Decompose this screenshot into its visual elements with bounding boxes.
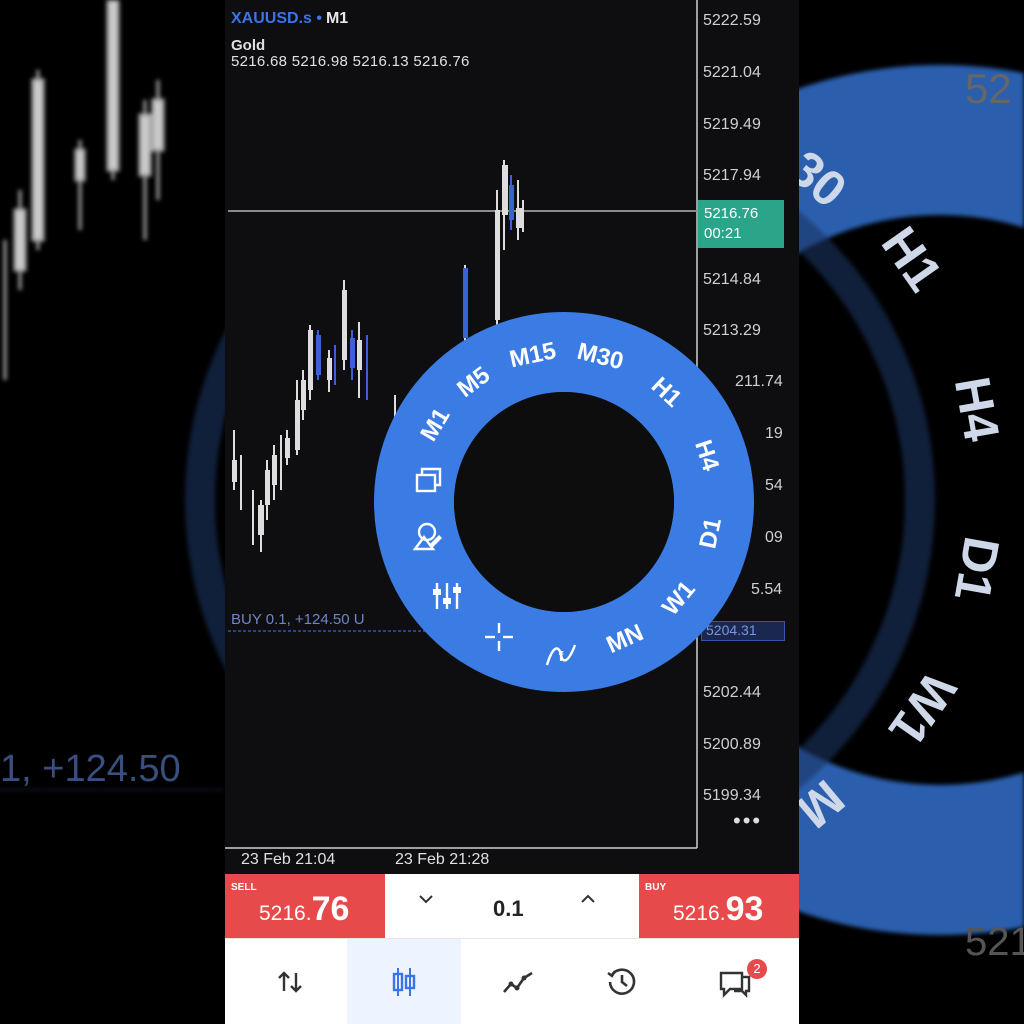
sell-price-big: 76 — [311, 890, 350, 928]
time-axis-label: 23 Feb 21:28 — [395, 851, 490, 868]
position-label[interactable]: BUY 0.1, +124.50 U — [231, 611, 365, 628]
chart-icon — [392, 968, 416, 996]
nav-history[interactable] — [565, 939, 679, 1024]
background-text-price: 5216 — [965, 920, 1024, 964]
chevron-up-icon[interactable] — [577, 888, 599, 916]
background-text-d1: D1 — [943, 532, 1011, 606]
price-axis-label: 5199.34 — [703, 787, 761, 804]
buy-button[interactable]: BUY 5216.93 — [639, 874, 799, 938]
sell-label: SELL — [231, 882, 257, 893]
buy-price: 5216.93 — [673, 890, 763, 929]
quotes-icon — [278, 971, 302, 993]
radial-timeframe-menu[interactable]: M1M5M15 M30H1H4D1W1MN f — [373, 311, 755, 693]
price-axis-label: 5200.89 — [703, 736, 761, 753]
sell-price-main: 5216. — [259, 902, 312, 925]
settings-sliders-icon[interactable] — [433, 583, 461, 609]
buy-label: BUY — [645, 882, 667, 893]
buy-price-big: 93 — [725, 890, 764, 928]
price-axis-label: 5217.94 — [703, 167, 761, 184]
price-axis-label: 5222.59 — [703, 12, 761, 29]
trade-icon — [503, 971, 533, 993]
symbol-header[interactable]: XAUUSD.s • M1 — [231, 10, 348, 28]
sell-button[interactable]: SELL 5216.76 — [225, 874, 385, 938]
nav-quotes[interactable] — [233, 939, 347, 1024]
symbol-name[interactable]: XAUUSD.s • — [231, 10, 322, 27]
sell-price: 5216.76 — [259, 890, 349, 929]
nav-chart[interactable] — [347, 939, 461, 1024]
instrument-name: Gold — [231, 37, 266, 54]
price-axis-label: 5.54 — [751, 581, 783, 598]
background-text-52: 52 — [965, 65, 1012, 112]
price-axis-label: 54 — [765, 477, 783, 494]
background-text-h4: H4 — [943, 372, 1011, 446]
more-options-icon[interactable]: ••• — [733, 808, 762, 834]
price-axis-label: 09 — [765, 529, 783, 546]
svg-text:f: f — [559, 648, 564, 664]
price-axis-label: 5219.49 — [703, 116, 761, 133]
notification-badge: 2 — [747, 959, 767, 979]
price-axis-label: 5221.04 — [703, 64, 761, 81]
bar-timer: 00:21 — [704, 225, 742, 242]
ohlc-values: 5216.68 5216.98 5216.13 5216.76 — [231, 53, 470, 70]
buy-price-main: 5216. — [673, 902, 726, 925]
current-price-tag: 5216.76 00:21 — [698, 200, 784, 248]
trade-bar: SELL 5216.76 0.1 BUY 5216.93 — [225, 874, 799, 938]
price-axis-label: 19 — [765, 425, 783, 442]
current-price: 5216.76 — [704, 205, 759, 222]
history-icon — [607, 968, 636, 995]
lot-size-value[interactable]: 0.1 — [493, 896, 524, 922]
radial-center — [454, 392, 674, 612]
nav-trade[interactable] — [461, 939, 575, 1024]
background-text-position: 1, +124.50 — [0, 748, 181, 790]
bottom-navigation: 2 — [225, 938, 799, 1024]
timeframe-label[interactable]: M1 — [326, 10, 348, 27]
nav-messages[interactable]: 2 — [679, 939, 793, 1024]
time-axis-label: 23 Feb 21:04 — [241, 851, 336, 868]
chevron-down-icon[interactable] — [415, 888, 437, 916]
price-axis-label: 5214.84 — [703, 271, 761, 288]
background-candles — [3, 0, 165, 380]
